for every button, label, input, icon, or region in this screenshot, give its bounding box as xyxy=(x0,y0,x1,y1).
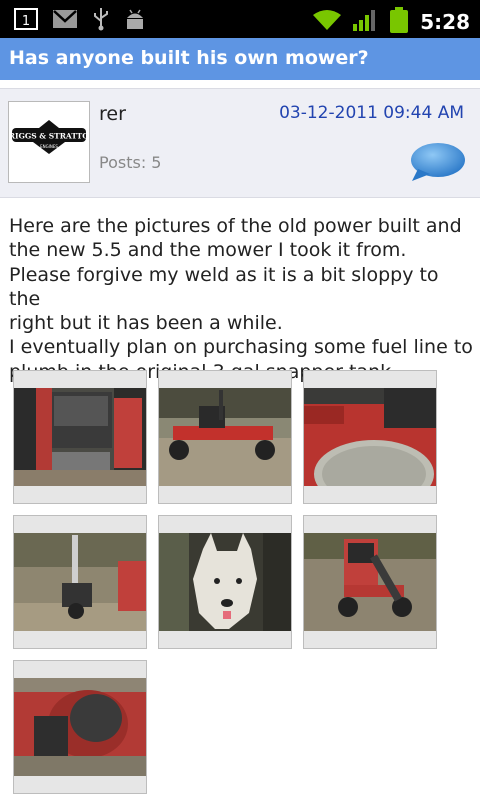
attachment-photo-5[interactable] xyxy=(158,515,292,649)
attachment-photo-2[interactable] xyxy=(158,370,292,504)
avatar[interactable]: BRIGGS & STRATTON ENGINES xyxy=(2,101,96,183)
photo-image xyxy=(14,678,146,776)
post-body-line: Here are the pictures of the old power b… xyxy=(9,215,462,237)
svg-text:ENGINES: ENGINES xyxy=(40,144,58,149)
photo-image xyxy=(159,533,291,631)
thread-title-bar: Has anyone built his own mower? xyxy=(0,38,480,80)
photo-image xyxy=(14,388,146,486)
attachment-photo-6[interactable] xyxy=(303,515,437,649)
post-body-line: the new 5.5 and the mower I took it from… xyxy=(9,239,407,262)
photo-image xyxy=(14,533,146,631)
post-count: Posts: 5 xyxy=(99,153,162,172)
wifi-icon xyxy=(312,8,342,36)
signal-icon xyxy=(352,8,378,36)
post-body-line: Please forgive my weld as it is a bit sl… xyxy=(9,263,439,310)
post-body-line: I eventually plan on purchasing some fue… xyxy=(9,336,473,359)
clock: 5:28 xyxy=(420,10,470,34)
attachment-photo-4[interactable] xyxy=(13,515,147,649)
android-debug-icon xyxy=(124,7,146,35)
photo-image xyxy=(304,533,436,631)
notification-1-icon: 1 xyxy=(14,8,38,34)
attachment-photo-7[interactable] xyxy=(13,660,147,794)
svg-text:BRIGGS & STRATTON: BRIGGS & STRATTON xyxy=(11,132,87,141)
attachment-photo-3[interactable] xyxy=(303,370,437,504)
attachment-photo-1[interactable] xyxy=(13,370,147,504)
photo-image xyxy=(159,388,291,486)
briggs-stratton-logo: BRIGGS & STRATTON ENGINES xyxy=(2,120,96,158)
post-header: BRIGGS & STRATTON ENGINES rer Posts: 5 0… xyxy=(0,88,480,198)
reply-bubble-icon[interactable] xyxy=(410,141,466,191)
post-body-line: right but it has been a while. xyxy=(9,312,283,335)
status-bar: 1 5:28 xyxy=(0,0,480,38)
post-body: Here are the pictures of the old power b… xyxy=(9,214,474,384)
thread-title: Has anyone built his own mower? xyxy=(9,47,369,69)
usb-icon xyxy=(92,7,110,35)
post-username[interactable]: rer xyxy=(99,103,126,125)
svg-text:1: 1 xyxy=(22,14,30,29)
battery-icon xyxy=(388,6,410,38)
gmail-icon xyxy=(52,9,78,33)
post-date: 03-12-2011 09:44 AM xyxy=(279,103,464,123)
photo-image xyxy=(304,388,436,486)
